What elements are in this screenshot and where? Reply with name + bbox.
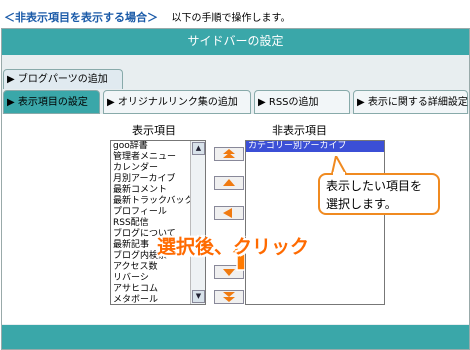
content-pane: 表示項目 非表示項目 goo辞書 管理者メニュー カレンダー 月別アーカイブ 最新コメン… (2, 114, 469, 324)
scroll-up-icon[interactable]: ▲ (192, 142, 205, 155)
move-up-button[interactable] (214, 176, 244, 190)
scroll-down-icon[interactable]: ▼ (192, 290, 205, 303)
up-icon (223, 179, 235, 186)
tab-label: オリジナルリンク集の追加 (117, 97, 238, 108)
tab-rss-add[interactable]: ▶ RSSの追加 (254, 90, 350, 114)
footer-bar (2, 325, 469, 349)
display-list-label: 表示項目 (132, 124, 176, 137)
scrollbar[interactable]: ▲ ▼ (190, 141, 205, 304)
tab-blog-parts[interactable]: ▶ ブログパーツの追加 (3, 69, 123, 89)
callout-box: 表示したい項目を 選択します。 (318, 173, 440, 215)
triangle-right-icon: ▶ (7, 74, 15, 85)
triangle-right-icon: ▶ (258, 97, 266, 108)
hidden-list-label: 非表示項目 (272, 124, 327, 137)
left-icon (223, 208, 232, 218)
tab-label: 表示項目の設定 (17, 97, 88, 108)
tab-row-1: ▶ ブログパーツの追加 (2, 69, 469, 90)
callout-line-1: 表示したい項目を (326, 179, 423, 193)
tab-label: ブログパーツの追加 (17, 74, 108, 85)
instruction-header: ＜非表示項目を表示する場合＞ 以下の手順で操作します。 (4, 9, 291, 24)
tab-original-links[interactable]: ▶ オリジナルリンク集の追加 (103, 90, 251, 114)
tab-label: RSSの追加 (268, 97, 319, 108)
callout-line-2: 選択します。 (326, 197, 397, 211)
tab-row-2: ▶ 表示項目の設定 ▶ オリジナルリンク集の追加 ▶ RSSの追加 ▶ 表示に関… (2, 90, 469, 114)
double-up-icon (223, 149, 235, 158)
display-items-list[interactable]: goo辞書 管理者メニュー カレンダー 月別アーカイブ 最新コメント 最新トラックバックプ… (110, 140, 206, 305)
move-top-button[interactable] (214, 147, 244, 161)
move-to-display-button[interactable] (214, 206, 244, 220)
triangle-right-icon: ▶ (107, 97, 115, 108)
tab-display-settings[interactable]: ▶ 表示項目の設定 (3, 90, 100, 114)
instruction-note: 以下の手順で操作します。 (171, 13, 291, 24)
window-title: サイドバーの設定 (2, 29, 469, 55)
instruction-heading: ＜非表示項目を表示する場合＞ (4, 11, 158, 24)
tab-label: 表示に関する詳細設定 (367, 97, 468, 108)
hidden-items-list[interactable]: カテゴリー別アーカイブ (245, 140, 385, 305)
triangle-right-icon: ▶ (7, 97, 15, 108)
move-bottom-button[interactable] (214, 290, 244, 304)
callout-pointer (330, 156, 348, 176)
triangle-right-icon: ▶ (357, 97, 365, 108)
tab-display-details[interactable]: ▶ 表示に関する詳細設定 (353, 90, 468, 114)
list-item[interactable]: カテゴリー別アーカイブ (246, 141, 384, 152)
instruction-annotation: 選択後、クリック (157, 236, 310, 258)
double-down-icon (223, 292, 235, 302)
